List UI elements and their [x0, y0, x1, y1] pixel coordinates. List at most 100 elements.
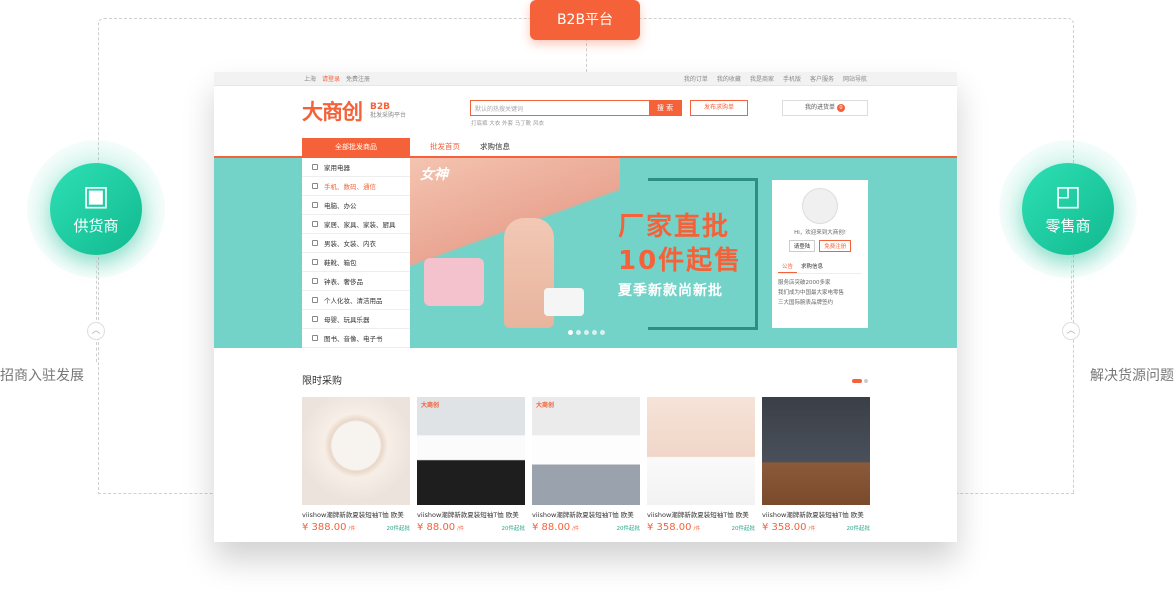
supplier-desc: 招商入驻发展	[0, 368, 84, 384]
banner-product-bag	[424, 258, 484, 306]
section-title: 限时采购	[302, 376, 342, 387]
supplier-line	[96, 255, 97, 325]
search-input[interactable]: 默认的热搜关键词	[471, 101, 649, 115]
logo-sub-text: 批发采购平台	[370, 111, 407, 119]
product-card[interactable]: 大商创 viishow潮牌新款夏装短袖T恤 欧美 ¥ 88.00/件 20件起批	[532, 397, 640, 533]
shopping-bag-icon: ◰	[1054, 179, 1082, 212]
banner-brand: 女神	[420, 167, 448, 183]
product-image	[302, 397, 410, 505]
logo-subtitle: B2B 批发采购平台	[370, 101, 407, 120]
category-item[interactable]: 图书、音像、电子书	[302, 329, 410, 348]
user-panel: Hi，欢迎来到大商创! 请登陆 免费注册 公告 求购信息 服务店突破2000多家…	[772, 180, 868, 328]
product-moq: 20件起批	[501, 526, 526, 532]
banner-headline-1: 厂家直批	[618, 212, 731, 242]
box-icon: ▣	[82, 179, 110, 212]
cart-count: 0	[837, 104, 845, 112]
top-link-orders[interactable]: 我的订单	[684, 74, 708, 83]
panel-register-button[interactable]: 免费注册	[819, 240, 852, 252]
category-item[interactable]: 钟表、奢侈品	[302, 272, 410, 291]
category-item[interactable]: 家用电器	[302, 158, 410, 177]
hot-keywords[interactable]: 打底裤 大衣 外套 马丁靴 风衣	[471, 119, 544, 127]
product-image: 大商创	[417, 397, 525, 505]
product-image	[762, 397, 870, 505]
product-price: ¥ 358.00	[647, 522, 692, 533]
nav-bar: 全部批发商品 批发首页 求购信息	[214, 136, 957, 158]
product-name: viishow潮牌新款夏装短袖T恤 欧美	[417, 511, 519, 519]
category-item[interactable]: 母婴、玩具乐器	[302, 310, 410, 329]
notice-item[interactable]: 我们成为中国最大家电零售	[778, 288, 862, 298]
notice-item[interactable]: 三大国际腕表品牌签约	[778, 298, 862, 308]
retailer-desc: 解决货源问题	[1090, 368, 1174, 384]
top-link-mobile[interactable]: 手机版	[783, 74, 801, 83]
product-unit: /件	[348, 526, 356, 532]
notice-item[interactable]: 服务店突破2000多家	[778, 278, 862, 288]
top-link-merchant[interactable]: 我是商家	[750, 74, 774, 83]
carousel-dots[interactable]	[568, 330, 605, 335]
product-card[interactable]: 大商创 viishow潮牌新款夏装短袖T恤 欧美 ¥ 88.00/件 20件起批	[417, 397, 525, 533]
product-card[interactable]: viishow潮牌新款夏装短袖T恤 欧美 ¥ 358.00/件 20件起批	[647, 397, 755, 533]
site-header: 大商创 B2B 批发采购平台 默认的热搜关键词 搜 索 打底裤 大衣 外套 马丁…	[214, 86, 957, 136]
top-link-favorites[interactable]: 我的收藏	[717, 74, 741, 83]
cart-button[interactable]: 我的进货单 0	[782, 100, 868, 116]
product-name: viishow潮牌新款夏装短袖T恤 欧美	[647, 511, 749, 519]
panel-login-button[interactable]: 请登陆	[788, 240, 816, 252]
product-unit: /件	[693, 526, 701, 532]
category-item[interactable]: 手机、数码、通信	[302, 177, 410, 196]
cart-label: 我的进货单	[804, 104, 835, 111]
all-categories-tab[interactable]: 全部批发商品	[302, 138, 410, 156]
welcome-text: Hi，欢迎来到大商创!	[794, 230, 846, 236]
retailer-label: 零售商	[1045, 217, 1091, 235]
login-link[interactable]: 请登录	[322, 74, 340, 83]
top-link-service[interactable]: 客户服务	[810, 74, 834, 83]
product-name: viishow潮牌新款夏装短袖T恤 欧美	[762, 511, 864, 519]
site-screenshot: 上海 请登录 免费注册 我的订单 我的收藏 我是商家 手机版 客户服务 网站导航…	[214, 72, 957, 542]
search-button[interactable]: 搜 索	[649, 101, 681, 115]
supplier-label: 供货商	[73, 217, 119, 235]
product-price: ¥ 88.00	[532, 522, 571, 533]
product-name: viishow潮牌新款夏装短袖T恤 欧美	[302, 511, 404, 519]
tab-notice[interactable]: 公告	[778, 260, 798, 273]
product-name: viishow潮牌新款夏装短袖T恤 欧美	[532, 511, 634, 519]
category-item[interactable]: 个人化妆、清洁用品	[302, 291, 410, 310]
product-price: ¥ 358.00	[762, 522, 807, 533]
register-link[interactable]: 免费注册	[346, 74, 370, 83]
product-image: 大商创	[532, 397, 640, 505]
logo-tag: B2B	[370, 101, 390, 112]
banner-subline: 夏季新款尚新批	[618, 283, 723, 299]
product-card[interactable]: viishow潮牌新款夏装短袖T恤 欧美 ¥ 388.00/件 20件起批	[302, 397, 410, 533]
banner-product-projector	[544, 288, 584, 316]
product-tag: 大商创	[421, 402, 440, 409]
tab-requests[interactable]: 求购信息	[797, 260, 827, 273]
product-moq: 20件起批	[616, 526, 641, 532]
top-link-sitemap[interactable]: 网站导航	[843, 74, 867, 83]
section-pager[interactable]	[852, 379, 868, 383]
retailer-line	[1071, 255, 1072, 325]
publish-request-button[interactable]: 发布求购单	[690, 100, 748, 116]
product-unit: /件	[572, 526, 579, 532]
site-logo[interactable]: 大商创	[302, 96, 363, 126]
product-card[interactable]: viishow潮牌新款夏装短袖T恤 欧美 ¥ 358.00/件 20件起批	[762, 397, 870, 533]
hero-banner[interactable]: 家用电器 手机、数码、通信 电脑、办公 家居、家具、家装、厨具 男装、女装、内衣…	[214, 158, 957, 348]
banner-headline-2: 10件起售	[618, 246, 743, 276]
product-unit: /件	[808, 526, 816, 532]
product-moq: 20件起批	[731, 526, 756, 532]
location-text[interactable]: 上海	[304, 74, 316, 83]
nav-requests[interactable]: 求购信息	[480, 138, 510, 156]
retailer-button[interactable]: ◰ 零售商	[1022, 163, 1114, 255]
search-bar: 默认的热搜关键词 搜 索	[470, 100, 682, 116]
product-list: viishow潮牌新款夏装短袖T恤 欧美 ¥ 388.00/件 20件起批 大商创…	[302, 397, 870, 533]
nav-home[interactable]: 批发首页	[430, 138, 460, 156]
chevron-up-icon[interactable]: ︿	[1062, 322, 1080, 340]
category-item[interactable]: 鞋靴、箱包	[302, 253, 410, 272]
category-item[interactable]: 家居、家具、家装、厨具	[302, 215, 410, 234]
connector-line-center	[586, 38, 587, 72]
product-price: ¥ 388.00	[302, 522, 347, 533]
supplier-button[interactable]: ▣ 供货商	[50, 163, 142, 255]
category-item[interactable]: 电脑、办公	[302, 196, 410, 215]
product-image	[647, 397, 755, 505]
product-moq: 20件起批	[386, 526, 411, 532]
product-moq: 20件起批	[846, 526, 871, 532]
avatar	[802, 188, 838, 224]
chevron-up-icon[interactable]: ︿	[87, 322, 105, 340]
category-item[interactable]: 男装、女装、内衣	[302, 234, 410, 253]
